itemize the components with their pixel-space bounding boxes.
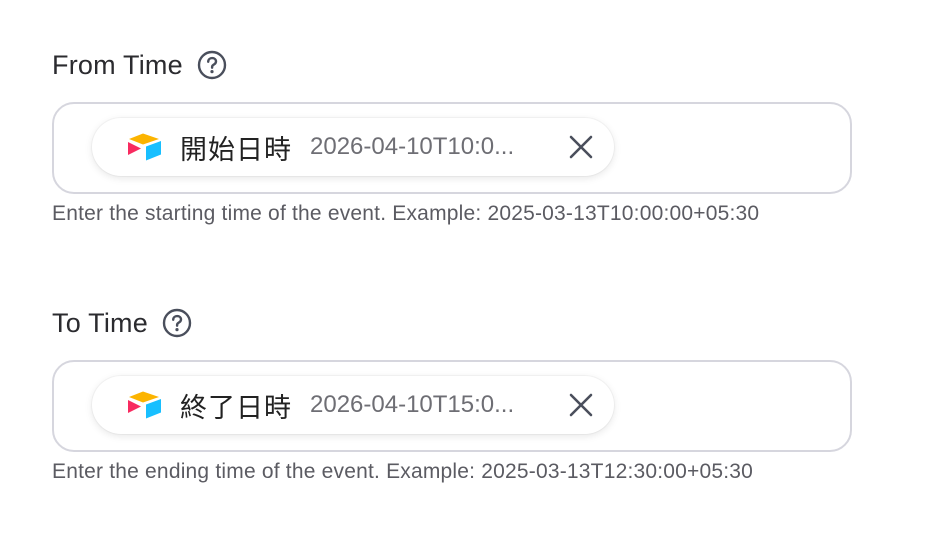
to-time-token-chip[interactable]: 終了日時 2026-04-10T15:0... bbox=[92, 376, 614, 434]
help-icon[interactable] bbox=[197, 50, 227, 80]
from-time-hint: Enter the starting time of the event. Ex… bbox=[52, 202, 760, 225]
remove-token-icon[interactable] bbox=[566, 390, 596, 420]
to-time-hint: Enter the ending time of the event. Exam… bbox=[52, 460, 754, 483]
token-name: 開始日時 bbox=[180, 134, 292, 166]
to-time-label-row: To Time bbox=[52, 304, 852, 342]
from-time-input[interactable]: 開始日時 2026-04-10T10:0... bbox=[52, 102, 852, 194]
token-value: 2026-04-10T10:0... bbox=[310, 133, 515, 160]
token-name: 終了日時 bbox=[180, 392, 292, 424]
airtable-logo-icon bbox=[126, 390, 164, 420]
from-time-token-chip[interactable]: 開始日時 2026-04-10T10:0... bbox=[92, 118, 614, 176]
remove-token-icon[interactable] bbox=[566, 132, 596, 162]
token-value: 2026-04-10T15:0... bbox=[310, 391, 515, 418]
to-time-input[interactable]: 終了日時 2026-04-10T15:0... bbox=[52, 360, 852, 452]
from-time-label: From Time bbox=[52, 49, 183, 80]
to-time-label: To Time bbox=[52, 307, 148, 338]
to-time-field: To Time 終了日時 2026-04-10T15:0... Enter th… bbox=[52, 304, 852, 484]
from-time-field: From Time 開始日時 2026-04-10T10:0... Enter … bbox=[52, 46, 852, 226]
help-icon[interactable] bbox=[162, 308, 192, 338]
airtable-logo-icon bbox=[126, 132, 164, 162]
from-time-label-row: From Time bbox=[52, 46, 852, 84]
